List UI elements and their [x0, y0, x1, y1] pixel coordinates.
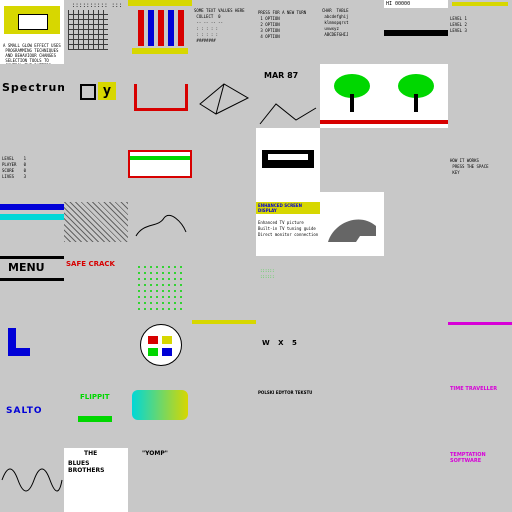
tile-color-dial[interactable] — [128, 320, 192, 384]
tile-blank-9[interactable] — [320, 256, 384, 320]
tile-blank-6[interactable] — [384, 192, 448, 256]
tile-bargraph[interactable] — [128, 0, 192, 64]
tile-blues-brothers[interactable]: THE BLUES BROTHERS — [64, 448, 128, 512]
tile-oscilloscope[interactable] — [0, 448, 64, 512]
tile-yomp[interactable]: "YOMP" — [128, 448, 192, 512]
tile-blank-4[interactable] — [384, 128, 448, 192]
tile-logo[interactable] — [256, 128, 320, 192]
tile-salto[interactable]: SALTO — [0, 384, 64, 448]
tile-polski[interactable]: POLSKI EDYTOR TEKSTU — [256, 384, 320, 448]
tile-letter-y[interactable]: y — [64, 64, 128, 128]
tile-blank-1[interactable] — [448, 64, 512, 128]
tile-dinosaur[interactable] — [320, 192, 384, 256]
tile-grid[interactable]: :::::::::: ::: — [64, 0, 128, 64]
tile-dot-grid[interactable] — [128, 256, 192, 320]
tile-maze[interactable] — [128, 64, 192, 128]
tile-green-text[interactable]: :::::: :::::: — [256, 256, 320, 320]
tile-blank-7[interactable] — [448, 192, 512, 256]
tile-tree-b[interactable] — [384, 64, 448, 128]
tile-blank-2[interactable] — [192, 128, 256, 192]
tile-menu-options[interactable]: PRESS FOR A NEW TURN 1 OPTION 2 OPTION 3… — [256, 0, 320, 64]
tile-pattern[interactable] — [64, 192, 128, 256]
tile-logo-gradient[interactable] — [128, 384, 192, 448]
tile-spectrum-sprites[interactable]: Spectrum sprites! — [0, 64, 64, 128]
tile-map[interactable] — [128, 192, 192, 256]
tile-empty-2[interactable] — [64, 128, 128, 192]
tile-title-card[interactable]: A SMALL GLOW EFFECT USES PROGRAMMING TEC… — [0, 0, 64, 64]
tile-blank-11[interactable] — [448, 256, 512, 320]
tile-blue-bars[interactable] — [0, 192, 64, 256]
tile-blank-15[interactable] — [192, 384, 256, 448]
tile-mar[interactable]: MAR 87 — [256, 64, 320, 128]
tile-wireframe[interactable] — [192, 64, 256, 128]
tile-level-select[interactable]: LEVEL 1 LEVEL 2 LEVEL 3 — [448, 0, 512, 64]
tile-temptation[interactable]: TEMPTATION SOFTWARE — [448, 448, 512, 512]
tile-strip[interactable] — [192, 320, 256, 384]
tile-wx5[interactable]: W X 5 — [256, 320, 320, 384]
tile-blank-18[interactable] — [192, 448, 256, 512]
tile-text-note[interactable]: HOW IT WORKS PRESS THE SPACE KEY — [448, 128, 512, 192]
tile-flippit[interactable]: FLIPPIT — [64, 384, 128, 448]
tile-blank-19[interactable] — [256, 448, 320, 512]
tile-blank-14[interactable] — [384, 320, 448, 384]
tile-tree-a[interactable] — [320, 64, 384, 128]
tile-blank-3[interactable] — [320, 128, 384, 192]
tile-blank-20[interactable] — [320, 448, 384, 512]
tile-blank-12[interactable] — [64, 320, 128, 384]
tile-char-table[interactable]: CHAR TABLE abcdefghij klmnopqrst uvwxyz … — [320, 0, 384, 64]
tile-corner-graphic[interactable] — [0, 320, 64, 384]
tile-menu[interactable]: MENU — [0, 256, 64, 320]
tile-blank-21[interactable] — [384, 448, 448, 512]
tile-score[interactable]: HI 00000 — [384, 0, 448, 64]
tile-safe-crack[interactable]: SAFE CRACK — [64, 256, 128, 320]
tile-blank-10[interactable] — [384, 256, 448, 320]
tile-blank-16[interactable] — [320, 384, 384, 448]
tile-blank-13[interactable] — [320, 320, 384, 384]
tile-stats[interactable]: LEVEL 1 PLAYER 0 SCORE 0 LIVES 3 — [0, 128, 64, 192]
tile-blank-17[interactable] — [384, 384, 448, 448]
screenshot-mosaic: A SMALL GLOW EFFECT USES PROGRAMMING TEC… — [0, 0, 512, 512]
tile-options-box[interactable] — [128, 128, 192, 192]
tile-time-traveller[interactable]: TIME TRAVELLER — [448, 384, 512, 448]
tile-blank-8[interactable] — [192, 256, 256, 320]
tile-blank-5[interactable] — [192, 192, 256, 256]
tile-magenta-bar[interactable] — [448, 320, 512, 384]
tile-text-list[interactable]: SOME TEXT VALUES HERE COLLECT 0 -- -- --… — [192, 0, 256, 64]
tile-enhanced-display[interactable]: ENHANCED SCREEN DISPLAY Enhanced TV pict… — [256, 192, 320, 256]
